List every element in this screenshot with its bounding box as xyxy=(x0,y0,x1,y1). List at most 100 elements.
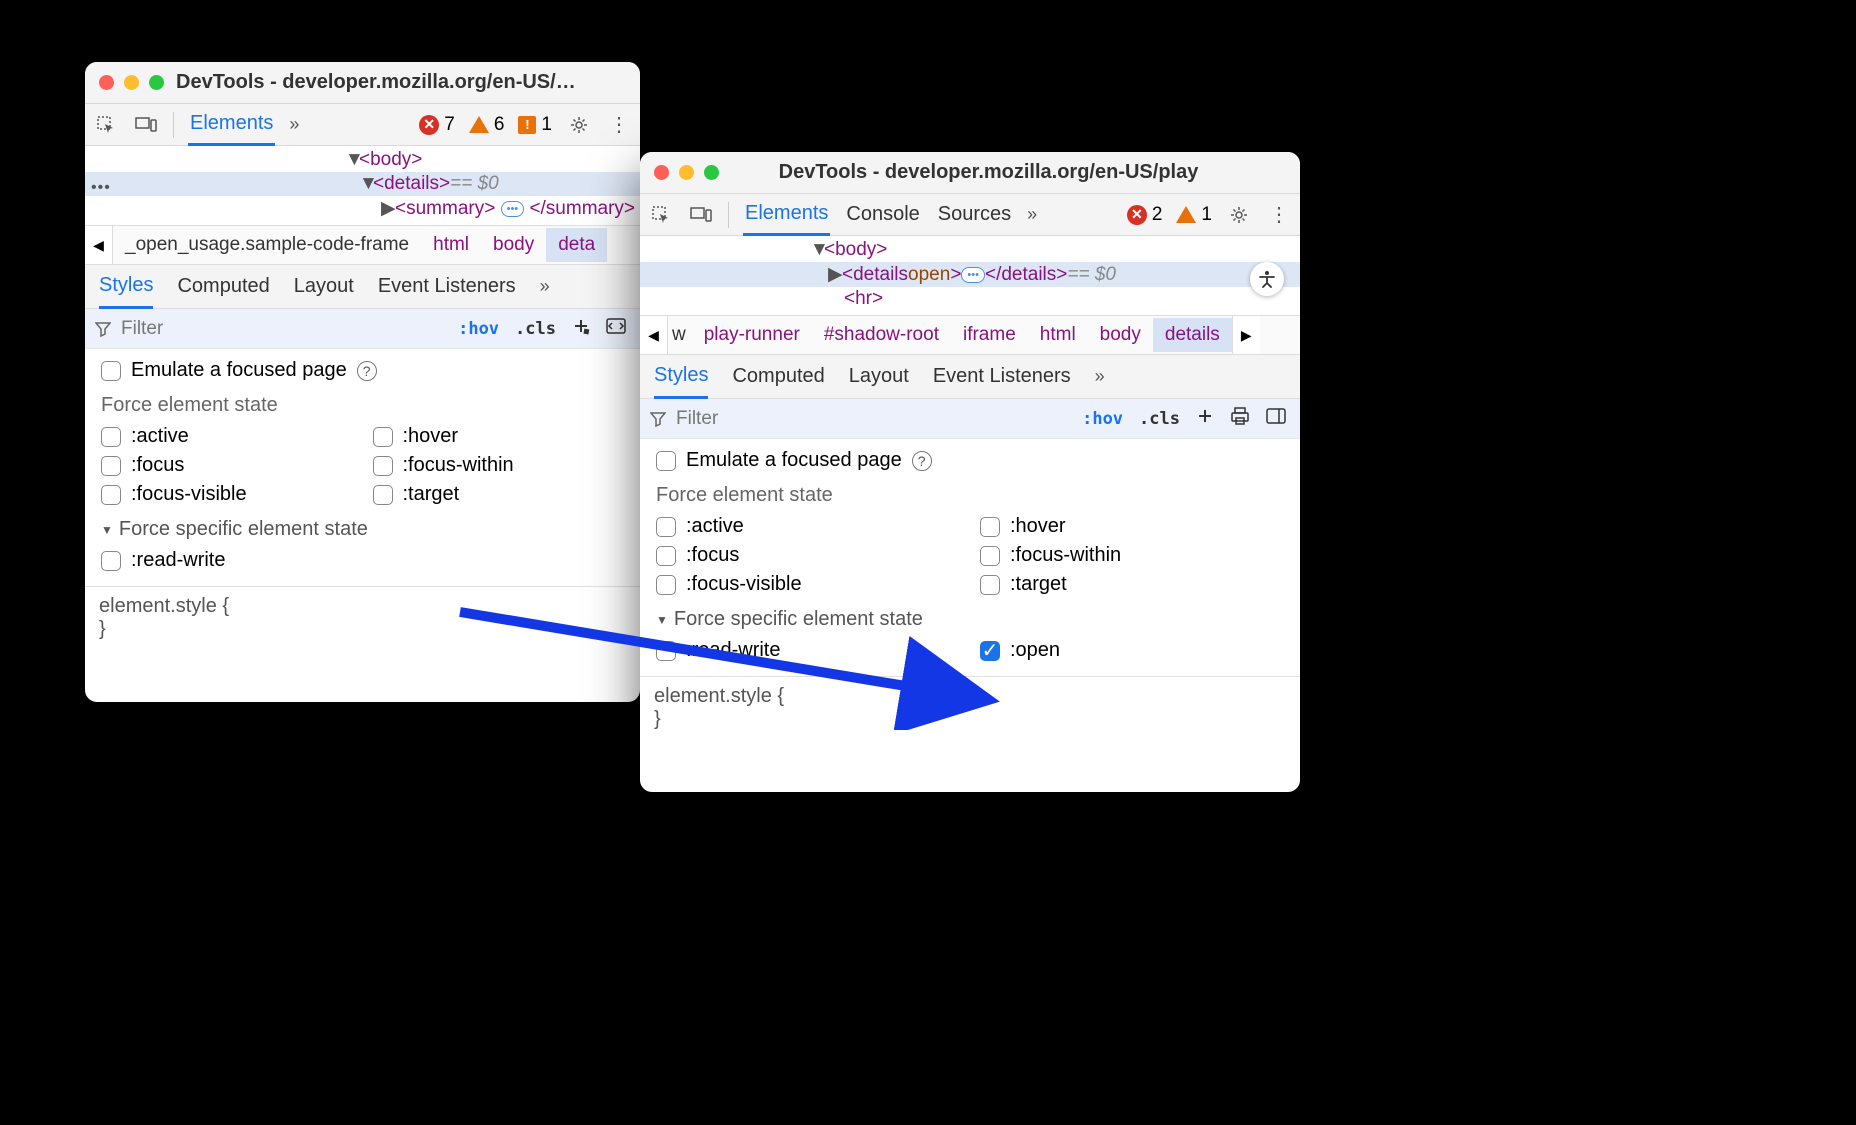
tab-sources[interactable]: Sources xyxy=(936,195,1013,234)
filter-input[interactable]: Filter xyxy=(650,408,1070,430)
emulate-focused-checkbox[interactable] xyxy=(101,361,121,381)
main-toolbar: Elements Console Sources » ✕2 1 ⋮ xyxy=(640,194,1300,236)
crumb-iframe[interactable]: iframe xyxy=(951,318,1028,352)
element-style-block[interactable]: element.style { } xyxy=(640,676,1300,739)
focus-visible-checkbox[interactable] xyxy=(656,575,676,595)
crumb-html[interactable]: html xyxy=(1028,318,1088,352)
emulate-focused-checkbox[interactable] xyxy=(656,451,676,471)
tab-elements[interactable]: Elements xyxy=(188,104,275,146)
subtab-layout[interactable]: Layout xyxy=(294,266,354,307)
breadcrumb[interactable]: ◀ w play-runner #shadow-root iframe html… xyxy=(640,315,1300,355)
read-write-checkbox[interactable] xyxy=(656,641,676,661)
panel-icon[interactable] xyxy=(1262,406,1290,431)
close-icon[interactable] xyxy=(654,165,669,180)
subtab-event-listeners[interactable]: Event Listeners xyxy=(378,266,516,307)
target-checkbox[interactable] xyxy=(373,485,393,505)
focus-within-checkbox[interactable] xyxy=(373,456,393,476)
info-badge[interactable]: !1 xyxy=(518,114,552,136)
subtab-layout[interactable]: Layout xyxy=(849,356,909,397)
gear-icon[interactable] xyxy=(566,112,592,138)
subtab-styles[interactable]: Styles xyxy=(654,355,708,399)
crumb-play-runner[interactable]: play-runner xyxy=(692,318,812,352)
subtab-styles[interactable]: Styles xyxy=(99,265,153,309)
titlebar: DevTools - developer.mozilla.org/en-US/p… xyxy=(640,152,1300,194)
more-tabs-icon[interactable]: » xyxy=(289,114,299,135)
force-state-label: Force element state xyxy=(656,484,1284,507)
subtab-computed[interactable]: Computed xyxy=(732,356,824,397)
dom-tree[interactable]: ▼<body> ▶<details open> ••• </details> =… xyxy=(640,236,1300,315)
zoom-icon[interactable] xyxy=(149,75,164,90)
subtab-event-listeners[interactable]: Event Listeners xyxy=(933,356,1071,397)
hover-checkbox[interactable] xyxy=(980,517,1000,537)
gear-icon[interactable] xyxy=(1226,202,1252,228)
tab-elements[interactable]: Elements xyxy=(743,194,830,236)
minimize-icon[interactable] xyxy=(124,75,139,90)
help-icon[interactable]: ? xyxy=(912,451,932,471)
minimize-icon[interactable] xyxy=(679,165,694,180)
hover-checkbox[interactable] xyxy=(373,427,393,447)
warnings-badge[interactable]: 6 xyxy=(469,114,505,136)
errors-badge[interactable]: ✕7 xyxy=(419,114,455,136)
more-tabs-icon[interactable]: » xyxy=(1027,204,1037,225)
crumb-details[interactable]: details xyxy=(1153,318,1232,352)
help-icon[interactable]: ? xyxy=(357,361,377,381)
cls-button[interactable]: .cls xyxy=(1135,407,1184,431)
crumb-shadow-root[interactable]: #shadow-root xyxy=(812,318,951,352)
new-style-icon[interactable] xyxy=(1192,405,1218,432)
crumb-body[interactable]: body xyxy=(481,228,546,262)
device-icon[interactable] xyxy=(133,112,159,138)
ellipsis-icon[interactable]: ••• xyxy=(961,267,985,283)
print-icon[interactable] xyxy=(1226,405,1254,432)
overflow-dots-icon[interactable]: ••• xyxy=(91,179,111,197)
filter-input[interactable]: Filter xyxy=(95,318,446,340)
active-checkbox[interactable] xyxy=(656,517,676,537)
filter-icon xyxy=(95,321,111,337)
ellipsis-icon[interactable]: ••• xyxy=(501,201,525,217)
focus-visible-checkbox[interactable] xyxy=(101,485,121,505)
crumb-html[interactable]: html xyxy=(421,228,481,262)
breadcrumb[interactable]: ◀ _open_usage.sample-code-frame html bod… xyxy=(85,225,640,265)
specific-state-header[interactable]: ▼Force specific element state xyxy=(656,608,1284,631)
filter-bar: Filter :hov .cls xyxy=(640,399,1300,439)
zoom-icon[interactable] xyxy=(704,165,719,180)
specific-state-header[interactable]: ▼Force specific element state xyxy=(101,518,624,541)
scroll-left-icon[interactable]: ◀ xyxy=(85,226,113,264)
dom-tree[interactable]: ▼<body> ••• ▼<details> == $0 ▶<summary> … xyxy=(85,146,640,225)
more-subtabs-icon[interactable]: » xyxy=(1095,366,1105,387)
inspect-icon[interactable] xyxy=(648,202,674,228)
element-style-block[interactable]: element.style { } xyxy=(85,586,640,649)
focus-checkbox[interactable] xyxy=(656,546,676,566)
kebab-icon[interactable]: ⋮ xyxy=(1266,202,1292,228)
crumb-details[interactable]: deta xyxy=(546,228,607,262)
accessibility-icon[interactable] xyxy=(1250,262,1284,296)
open-checkbox[interactable]: ✓ xyxy=(980,641,1000,661)
close-icon[interactable] xyxy=(99,75,114,90)
emulate-focused-label: Emulate a focused page xyxy=(686,449,902,472)
errors-badge[interactable]: ✕2 xyxy=(1127,204,1163,226)
main-toolbar: Elements » ✕7 6 !1 ⋮ xyxy=(85,104,640,146)
crumb-frame[interactable]: _open_usage.sample-code-frame xyxy=(113,228,421,262)
focus-checkbox[interactable] xyxy=(101,456,121,476)
scroll-left-icon[interactable]: ◀ xyxy=(640,316,668,354)
kebab-icon[interactable]: ⋮ xyxy=(606,112,632,138)
warnings-badge[interactable]: 1 xyxy=(1176,204,1212,226)
traffic-lights xyxy=(99,75,164,90)
tab-console[interactable]: Console xyxy=(844,195,921,234)
hov-button[interactable]: :hov xyxy=(1078,407,1127,431)
subtab-computed[interactable]: Computed xyxy=(177,266,269,307)
crumb-w[interactable]: w xyxy=(668,318,692,352)
crumb-body[interactable]: body xyxy=(1088,318,1153,352)
more-subtabs-icon[interactable]: » xyxy=(540,276,550,297)
device-icon[interactable] xyxy=(688,202,714,228)
scroll-right-icon[interactable]: ▶ xyxy=(1232,316,1260,354)
read-write-checkbox[interactable] xyxy=(101,551,121,571)
devtools-window-2: DevTools - developer.mozilla.org/en-US/p… xyxy=(640,152,1300,792)
hov-button[interactable]: :hov xyxy=(454,317,503,341)
inspect-icon[interactable] xyxy=(93,112,119,138)
target-checkbox[interactable] xyxy=(980,575,1000,595)
active-checkbox[interactable] xyxy=(101,427,121,447)
new-style-icon[interactable] xyxy=(568,315,594,342)
panel-icon[interactable] xyxy=(602,316,630,341)
focus-within-checkbox[interactable] xyxy=(980,546,1000,566)
cls-button[interactable]: .cls xyxy=(511,317,560,341)
